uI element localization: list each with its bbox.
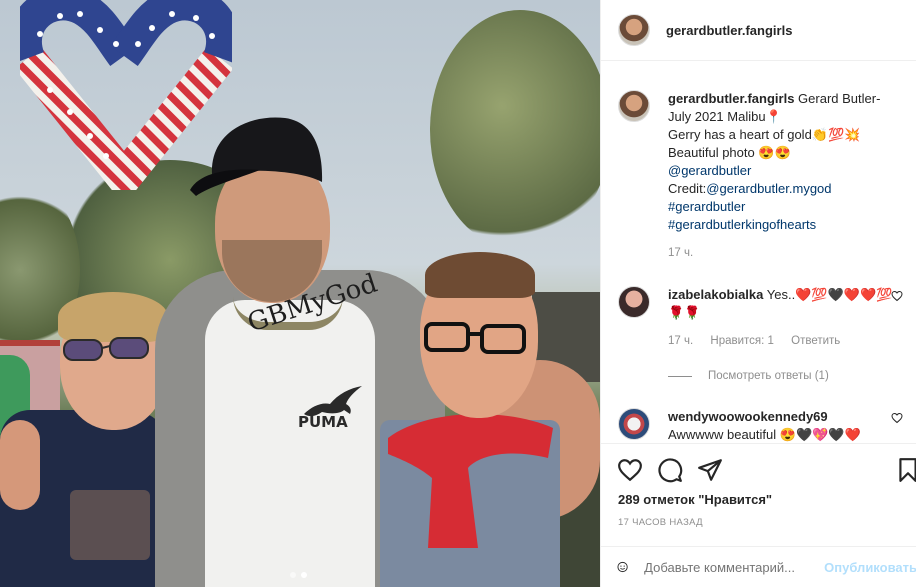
comments-list[interactable]: gerardbutler.fangirls Gerard Butler- Jul… — [601, 62, 916, 442]
caption-emoji: 😍😍 — [758, 145, 791, 160]
carousel-dot-active — [301, 572, 307, 578]
hashtag-link[interactable]: #gerardbutlerkingofhearts — [668, 217, 816, 232]
hair-left — [58, 292, 168, 342]
comment-input[interactable] — [644, 559, 815, 575]
sunglasses — [63, 337, 149, 361]
divider-line — [668, 375, 692, 377]
action-bar — [601, 443, 916, 491]
add-comment-bar: Опубликовать — [601, 546, 916, 587]
caption-emoji: 👏💯💥 — [811, 127, 861, 142]
author-avatar[interactable] — [618, 14, 650, 46]
post-timestamp[interactable]: 17 ЧАСОВ НАЗАД — [618, 517, 703, 528]
hair-right — [425, 252, 535, 298]
caption-line: Credit: — [668, 181, 707, 196]
view-replies-label: Посмотреть ответы (1) — [708, 370, 829, 382]
bookmark-icon[interactable] — [895, 457, 916, 483]
caption-line: Gerry has a heart of gold — [668, 127, 812, 142]
post-details-panel: gerardbutler.fangirls gerardbutler.fangi… — [600, 0, 916, 587]
view-replies-button[interactable]: Посмотреть ответы (1) — [668, 370, 829, 382]
comment-body: Yes.. — [766, 287, 796, 302]
comment-text: izabelakobialka Yes..❤️💯🖤❤️❤️💯🌹🌹 17 ч. Н… — [668, 286, 893, 350]
commenter-username[interactable]: wendywoowookennedy69 — [668, 409, 828, 424]
carousel-dot — [290, 572, 296, 578]
caption-line: Beautiful photo — [668, 145, 755, 160]
comment-meta: 17 ч. Нравится: 1 Ответить — [668, 332, 893, 350]
reply-button[interactable]: Ответить — [791, 335, 840, 347]
tree — [430, 10, 600, 250]
comment-time[interactable]: 17 ч. — [668, 335, 693, 347]
arm — [0, 420, 40, 510]
comment-likes[interactable]: Нравится: 1 — [710, 335, 774, 347]
caption-line: Gerard Butler- — [798, 91, 881, 106]
author-avatar[interactable] — [618, 90, 650, 122]
emoji-icon[interactable] — [617, 555, 628, 579]
red-sweater — [388, 414, 553, 548]
puma-label: PUMA — [298, 413, 348, 431]
like-comment-heart-icon[interactable] — [891, 290, 903, 302]
comment-icon[interactable] — [657, 457, 683, 483]
commenter-avatar[interactable] — [618, 408, 650, 440]
post-header: gerardbutler.fangirls — [601, 0, 916, 61]
author-username[interactable]: gerardbutler.fangirls — [666, 23, 792, 38]
caption-username[interactable]: gerardbutler.fangirls — [668, 91, 794, 106]
likes-count[interactable]: 289 отметок "Нравится" — [618, 492, 772, 507]
post-photo[interactable]: GBMyGod PUMA — [0, 0, 600, 587]
credit-mention-link[interactable]: @gerardbutler.mygod — [706, 181, 831, 196]
comment-body: Awwwww beautiful — [668, 427, 777, 442]
flag-heart-sticker — [20, 0, 232, 190]
publish-button[interactable]: Опубликовать — [824, 560, 916, 575]
white-tshirt — [205, 300, 375, 587]
comment-emoji: 😍🖤💖🖤❤️ — [779, 427, 861, 442]
pin-emoji: 📍 — [765, 109, 782, 124]
share-icon[interactable] — [697, 457, 723, 483]
heart-icon[interactable] — [617, 457, 643, 483]
like-comment-heart-icon[interactable] — [891, 412, 903, 424]
caption-time[interactable]: 17 ч. — [668, 247, 693, 259]
hashtag-link[interactable]: #gerardbutler — [668, 199, 745, 214]
commenter-username[interactable]: izabelakobialka — [668, 287, 763, 302]
mention-link[interactable]: @gerardbutler — [668, 163, 751, 178]
caption-text: gerardbutler.fangirls Gerard Butler- Jul… — [668, 90, 893, 262]
carousel-indicator — [290, 572, 307, 578]
caption-meta: 17 ч. — [668, 244, 893, 262]
eyeglasses — [424, 322, 526, 354]
commenter-avatar[interactable] — [618, 286, 650, 318]
comment-text: wendywoowookennedy69 Awwwww beautiful 😍🖤… — [668, 408, 893, 442]
caption-line: July 2021 Malibu — [668, 109, 766, 124]
